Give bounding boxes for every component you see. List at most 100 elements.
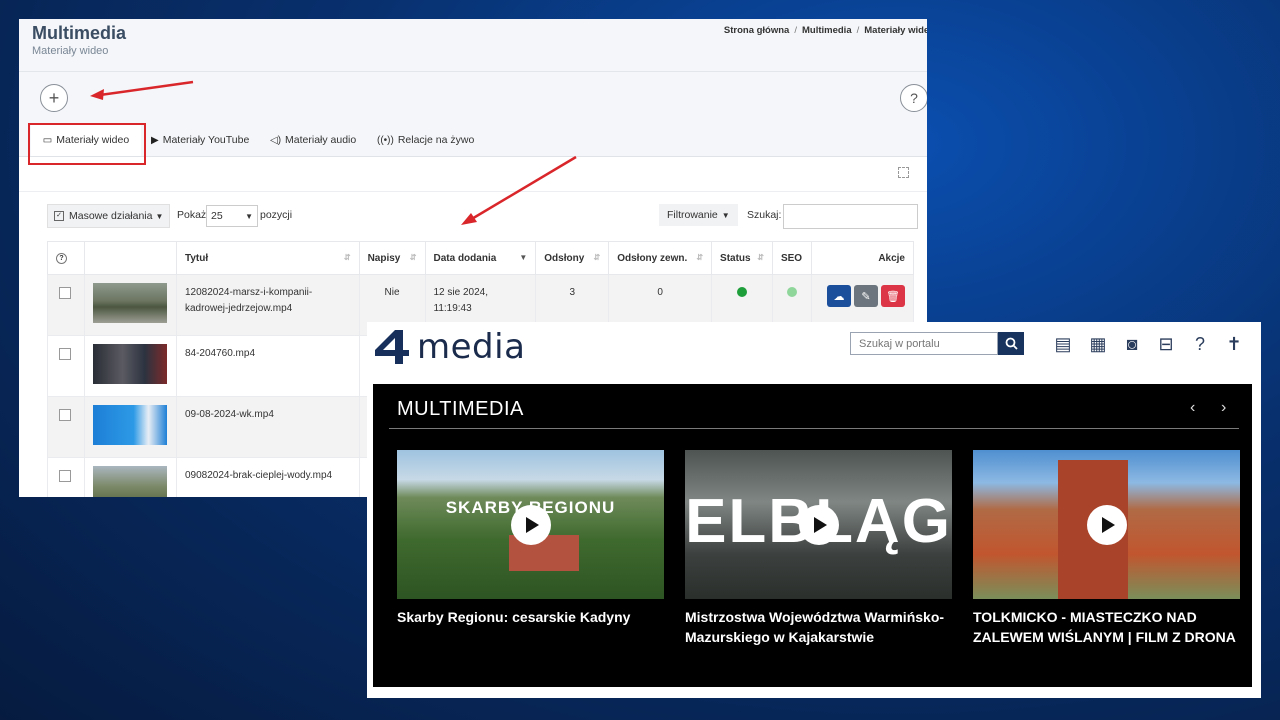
calendar-icon[interactable]: ▦	[1088, 334, 1108, 354]
question-icon: ?	[910, 90, 918, 106]
sort-icon: ⇵	[409, 252, 417, 262]
play-icon[interactable]	[510, 504, 551, 545]
search-icon	[1005, 337, 1018, 350]
portal-search-input[interactable]: Szukaj w portalu	[850, 332, 998, 355]
date-added: 12 sie 2024, 11:19:43	[433, 287, 489, 314]
row-checkbox[interactable]	[59, 409, 71, 421]
video-card-image[interactable]: ELBLĄG	[685, 450, 952, 599]
edit-icon: ✎	[861, 290, 871, 303]
video-card-title[interactable]: TOLKMICKO - MIASTECZKO NAD ZALEWEM WIŚLA…	[973, 607, 1240, 647]
table-header: ? Tytuł ⇵ Napisy ⇵ Data dodania ▼ Odsłony ⇵ …	[47, 241, 915, 275]
camera-icon[interactable]: ◙	[1122, 334, 1142, 354]
positions-label: pozycji	[260, 209, 293, 221]
video-filename[interactable]: 84-204760.mp4	[185, 346, 351, 362]
briefcase-icon[interactable]: ⊟	[1156, 334, 1176, 354]
video-filename[interactable]: 12082024-marsz-i-kompanii-kadrowej-jedrz…	[185, 285, 351, 317]
mass-actions-button[interactable]: ✓ Masowe działania ▼	[47, 204, 171, 228]
expand-icon[interactable]	[898, 167, 909, 178]
checkbox-icon: ✓	[54, 211, 64, 221]
status-indicator	[737, 287, 747, 297]
row-actions: ☁ ✎ 🗑	[820, 285, 905, 307]
row-checkbox[interactable]	[59, 287, 71, 299]
site-logo[interactable]: media	[373, 327, 525, 367]
video-card-image[interactable]: SKARBY REGIONU	[397, 450, 664, 599]
video-card-image[interactable]	[973, 450, 1240, 599]
section-title: MULTIMEDIA	[397, 398, 524, 420]
tab-live[interactable]: ((•)) Relacje na żywo	[377, 124, 474, 156]
header-help: ?	[47, 241, 85, 275]
admin-header: Multimedia Materiały wideo Strona główna…	[19, 19, 927, 72]
next-arrow-icon[interactable]: ›	[1221, 399, 1226, 417]
cloud-upload-icon: ☁	[833, 290, 845, 303]
views-count: 3	[569, 287, 576, 298]
sort-icon: ⇵	[757, 252, 764, 262]
header-actions: Akcje	[810, 241, 915, 275]
header-seo[interactable]: SEO	[771, 241, 812, 275]
breadcrumb: Strona główna/Multimedia/Materiały wideo	[724, 25, 927, 36]
add-button[interactable]: +	[40, 84, 68, 112]
sort-icon: ⇵	[593, 252, 601, 262]
media-tabs: ▭ Materiały wideo ▶ Materiały YouTube ◁) Ma…	[19, 124, 927, 157]
page-size-select[interactable]: 25 ▼	[206, 205, 258, 227]
header-views[interactable]: Odsłony ⇵	[535, 241, 610, 275]
newspaper-icon[interactable]: ▤	[1053, 334, 1073, 354]
breadcrumb-home[interactable]: Strona główna	[724, 25, 789, 36]
help-button[interactable]: ?	[900, 84, 927, 112]
video-filename[interactable]: 09082024-brak-cieplej-wody.mp4	[185, 468, 351, 484]
highlight-box	[28, 123, 146, 165]
video-thumbnail	[92, 344, 167, 384]
header-ext-views[interactable]: Odsłony zewn. ⇵	[608, 241, 713, 275]
youtube-icon: ▶	[151, 134, 159, 146]
header-title[interactable]: Tytuł ⇵	[175, 241, 360, 275]
plus-icon: +	[48, 87, 60, 108]
header-subtitles[interactable]: Napisy ⇵	[358, 241, 426, 275]
toolbar: + ?	[19, 72, 927, 124]
search-input[interactable]	[783, 204, 918, 229]
video-card[interactable]: SKARBY REGIONU Skarby Regionu: cesarskie…	[397, 450, 664, 627]
header-date[interactable]: Data dodania ▼	[424, 241, 537, 275]
chevron-down-icon: ▼	[245, 211, 253, 221]
edit-button[interactable]: ✎	[854, 285, 878, 307]
page-subtitle: Materiały wideo	[32, 45, 109, 57]
video-card[interactable]: TOLKMICKO - MIASTECZKO NAD ZALEWEM WIŚLA…	[973, 450, 1240, 647]
play-icon[interactable]	[798, 504, 839, 545]
page-title: Multimedia	[32, 23, 127, 43]
portal-window: media Szukaj w portalu ▤ ▦ ◙ ⊟ ? ✝ MULTI…	[367, 322, 1261, 698]
filter-button[interactable]: Filtrowanie ▼	[659, 204, 738, 226]
video-thumbnail	[92, 283, 167, 323]
upload-button[interactable]: ☁	[827, 285, 851, 307]
trash-icon: 🗑	[886, 290, 900, 303]
prev-arrow-icon[interactable]: ‹	[1190, 399, 1195, 417]
table-controls: ✓ Masowe działania ▼ Pokaż 25 ▼ pozycji Fil…	[19, 203, 927, 229]
tab-audio[interactable]: ◁) Materiały audio	[270, 124, 356, 156]
broadcast-icon: ((•))	[377, 134, 394, 146]
question-circle-icon: ?	[56, 253, 67, 264]
header-status[interactable]: Status ⇵	[711, 241, 773, 275]
row-checkbox[interactable]	[59, 348, 71, 360]
breadcrumb-current: Materiały wideo	[864, 25, 927, 36]
portal-search-button[interactable]	[998, 332, 1024, 355]
row-checkbox[interactable]	[59, 470, 71, 482]
cross-icon[interactable]: ✝	[1224, 334, 1244, 354]
seo-indicator	[786, 287, 797, 297]
caret-down-icon: ▼	[721, 210, 730, 220]
video-filename[interactable]: 09-08-2024-wk.mp4	[185, 407, 351, 423]
sort-icon: ⇵	[343, 252, 351, 262]
video-card-title[interactable]: Mistrzostwa Województwa Warmińsko-Mazurs…	[685, 607, 952, 647]
header-thumbnail	[83, 241, 177, 275]
video-card-title[interactable]: Skarby Regionu: cesarskie Kadyny	[397, 607, 664, 627]
speaker-icon: ◁)	[270, 134, 282, 146]
caret-down-icon: ▼	[155, 211, 164, 221]
video-card[interactable]: ELBLĄG Mistrzostwa Województwa Warmińsko…	[685, 450, 952, 647]
breadcrumb-multimedia[interactable]: Multimedia	[802, 25, 852, 36]
tab-youtube[interactable]: ▶ Materiały YouTube	[151, 124, 249, 156]
subtitles-value: Nie	[384, 287, 400, 298]
delete-button[interactable]: 🗑	[881, 285, 905, 307]
help-icon[interactable]: ?	[1190, 334, 1210, 354]
multimedia-section: MULTIMEDIA ‹ › SKARBY REGIONU Skarby Reg…	[373, 384, 1252, 687]
sort-desc-icon: ▼	[519, 252, 528, 262]
video-thumbnail	[92, 405, 167, 445]
section-divider	[389, 428, 1239, 429]
play-icon[interactable]	[1086, 504, 1127, 545]
logo-text: media	[417, 327, 526, 367]
